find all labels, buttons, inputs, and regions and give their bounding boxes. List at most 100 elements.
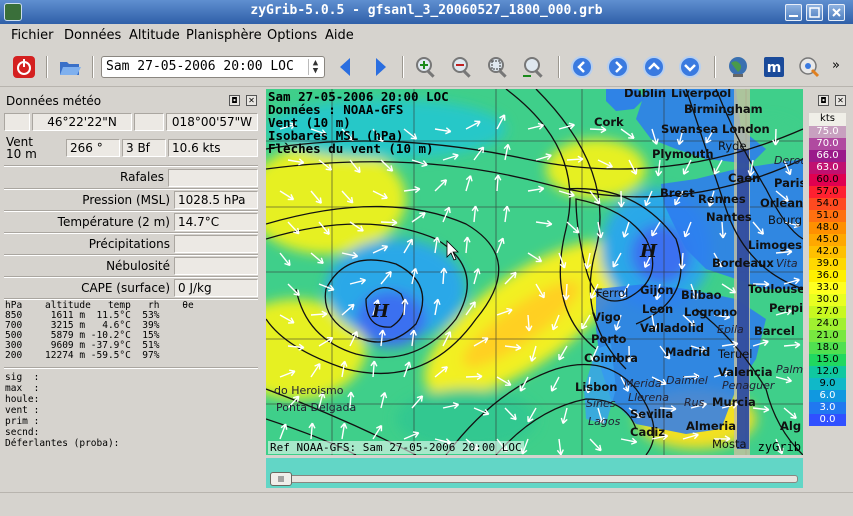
maximize-button[interactable] <box>806 4 823 21</box>
gusts-value <box>168 169 258 187</box>
title-bar: zyGrib-5.0.5 - gfsanl_3_20060527_1800_00… <box>0 0 853 24</box>
menu-altitude[interactable]: Altitude <box>129 28 180 43</box>
max-label: max : <box>5 383 40 394</box>
latitude-value: 46°22'22"N <box>32 113 132 131</box>
city-label: Murcia <box>712 395 756 409</box>
legend-row: 12.0 <box>809 366 846 378</box>
map-brand-label: zyGrib <box>757 440 801 454</box>
city-label: London <box>722 122 770 136</box>
town-label: Daimiel <box>666 374 708 387</box>
town-label: Palm <box>776 363 803 376</box>
zoom-out-button[interactable] <box>450 55 474 79</box>
time-slider-panel <box>266 458 803 488</box>
open-file-button[interactable] <box>58 55 82 79</box>
legend-row: 36.0 <box>809 270 846 282</box>
legend-row: 51.0 <box>809 210 846 222</box>
menu-donnees[interactable]: Données <box>64 28 121 43</box>
pan-left-button[interactable] <box>570 55 594 79</box>
minimize-icon <box>789 15 798 17</box>
gusts-label: Rafales <box>120 170 164 184</box>
city-label: Almeria <box>686 419 736 433</box>
city-label: Nantes <box>706 210 752 224</box>
close-legend-icon[interactable]: ✕ <box>835 95 846 106</box>
globe-icon <box>729 57 747 77</box>
pan-right-icon <box>607 56 629 78</box>
city-label: do Heroismo <box>274 384 344 397</box>
zoom-out-icon <box>452 57 471 78</box>
wind-speed-value: 10.6 kts <box>168 139 258 157</box>
legend-row: 45.0 <box>809 234 846 246</box>
city-label: Alg <box>780 419 802 433</box>
zoom-in-icon <box>416 57 435 78</box>
legend-row: 48.0 <box>809 222 846 234</box>
menu-options[interactable]: Options <box>267 28 317 43</box>
minimize-button[interactable] <box>785 4 802 21</box>
menu-bar: Fichier Données Altitude Planisphère Opt… <box>0 24 853 46</box>
longitude-value: 018°00'57"W <box>166 113 258 131</box>
pan-right-button[interactable] <box>606 55 630 79</box>
legend-row: 60.0 <box>809 174 846 186</box>
menu-aide[interactable]: Aide <box>325 28 354 43</box>
altitude-table: hPa altitude temp rh θe 850 1611 m 11.5°… <box>5 300 194 361</box>
svg-text:m: m <box>767 60 782 76</box>
time-slider-track[interactable] <box>270 475 798 483</box>
date-select[interactable]: Sam 27-05-2006 20:00 LOC ▲ ▼ <box>101 56 325 78</box>
menu-planisphere[interactable]: Planisphère <box>186 28 262 43</box>
legend-row: 66.0 <box>809 150 846 162</box>
legend-row: 75.0 <box>809 126 846 138</box>
cloud-cover-label: Nébulosité <box>106 259 170 273</box>
toolbar: Sam 27-05-2006 20:00 LOC ▲ ▼ m » <box>0 47 853 87</box>
city-label: Cork <box>594 115 624 129</box>
time-slider-handle[interactable] <box>270 472 292 486</box>
cape-label: CAPE (surface) <box>81 281 170 295</box>
folder-open-icon <box>60 62 81 75</box>
zoom-all-button[interactable] <box>522 55 546 79</box>
zoom-in-button[interactable] <box>414 55 438 79</box>
meteotable-button[interactable]: m <box>762 55 786 79</box>
secondary-label: secnd: <box>5 427 40 438</box>
breaking-waves-label: Déferlantes (proba): <box>5 438 120 449</box>
float-panel-icon[interactable]: ◘ <box>229 95 240 106</box>
float-legend-icon[interactable]: ◘ <box>818 95 829 106</box>
pan-up-button[interactable] <box>642 55 666 79</box>
city-label: Lisbon <box>575 380 618 394</box>
grip-icon <box>278 476 284 482</box>
city-label: Barcel <box>754 324 795 338</box>
city-label: Madrid <box>665 345 711 359</box>
date-select-value: Sam 27-05-2006 20:00 LOC <box>106 59 294 74</box>
meteotable-icon: m <box>764 57 784 77</box>
town-label: Sines <box>586 397 616 410</box>
next-date-button[interactable] <box>368 55 392 79</box>
previous-date-button[interactable] <box>334 55 358 79</box>
date-spin-icon[interactable]: ▲ ▼ <box>308 59 322 76</box>
close-panel-icon[interactable]: ✕ <box>246 95 257 106</box>
toolbar-extension-icon[interactable]: » <box>832 58 853 82</box>
earth-button[interactable] <box>726 55 750 79</box>
legend-row: 27.0 <box>809 306 846 318</box>
city-label: Mosta <box>712 437 747 451</box>
city-label: Dublin <box>624 89 667 100</box>
arrow-right-icon <box>376 58 386 76</box>
legend-row: 30.0 <box>809 294 846 306</box>
city-label: Birmingham <box>684 102 763 116</box>
legend-row: 70.0 <box>809 138 846 150</box>
quit-button[interactable] <box>12 55 36 79</box>
position-button[interactable] <box>797 55 821 79</box>
wind-label: Vent 10 m <box>6 135 37 161</box>
city-label: Orleans <box>760 196 803 210</box>
legend-row: 39.0 <box>809 258 846 270</box>
city-label: Ryde <box>718 139 747 153</box>
city-label: Cadiz <box>630 425 666 439</box>
city-label: Paris <box>774 176 803 190</box>
menu-fichier[interactable]: Fichier <box>11 28 54 43</box>
city-label: Bordeaux <box>712 256 774 270</box>
weather-map[interactable]: H H Sam 27-05-2006 20:00 LOC Données : N… <box>266 89 803 455</box>
zoom-selection-button[interactable] <box>486 55 510 79</box>
pan-down-button[interactable] <box>678 55 702 79</box>
meteo-panel: Données météo ◘ ✕ 46°22'22"N 018°00'57"W… <box>0 89 262 489</box>
pan-left-icon <box>571 56 593 78</box>
city-label: Teruel <box>718 347 753 361</box>
town-label: Llerena <box>628 391 669 404</box>
town-label: Rus <box>684 396 705 409</box>
close-window-button[interactable] <box>828 4 845 21</box>
